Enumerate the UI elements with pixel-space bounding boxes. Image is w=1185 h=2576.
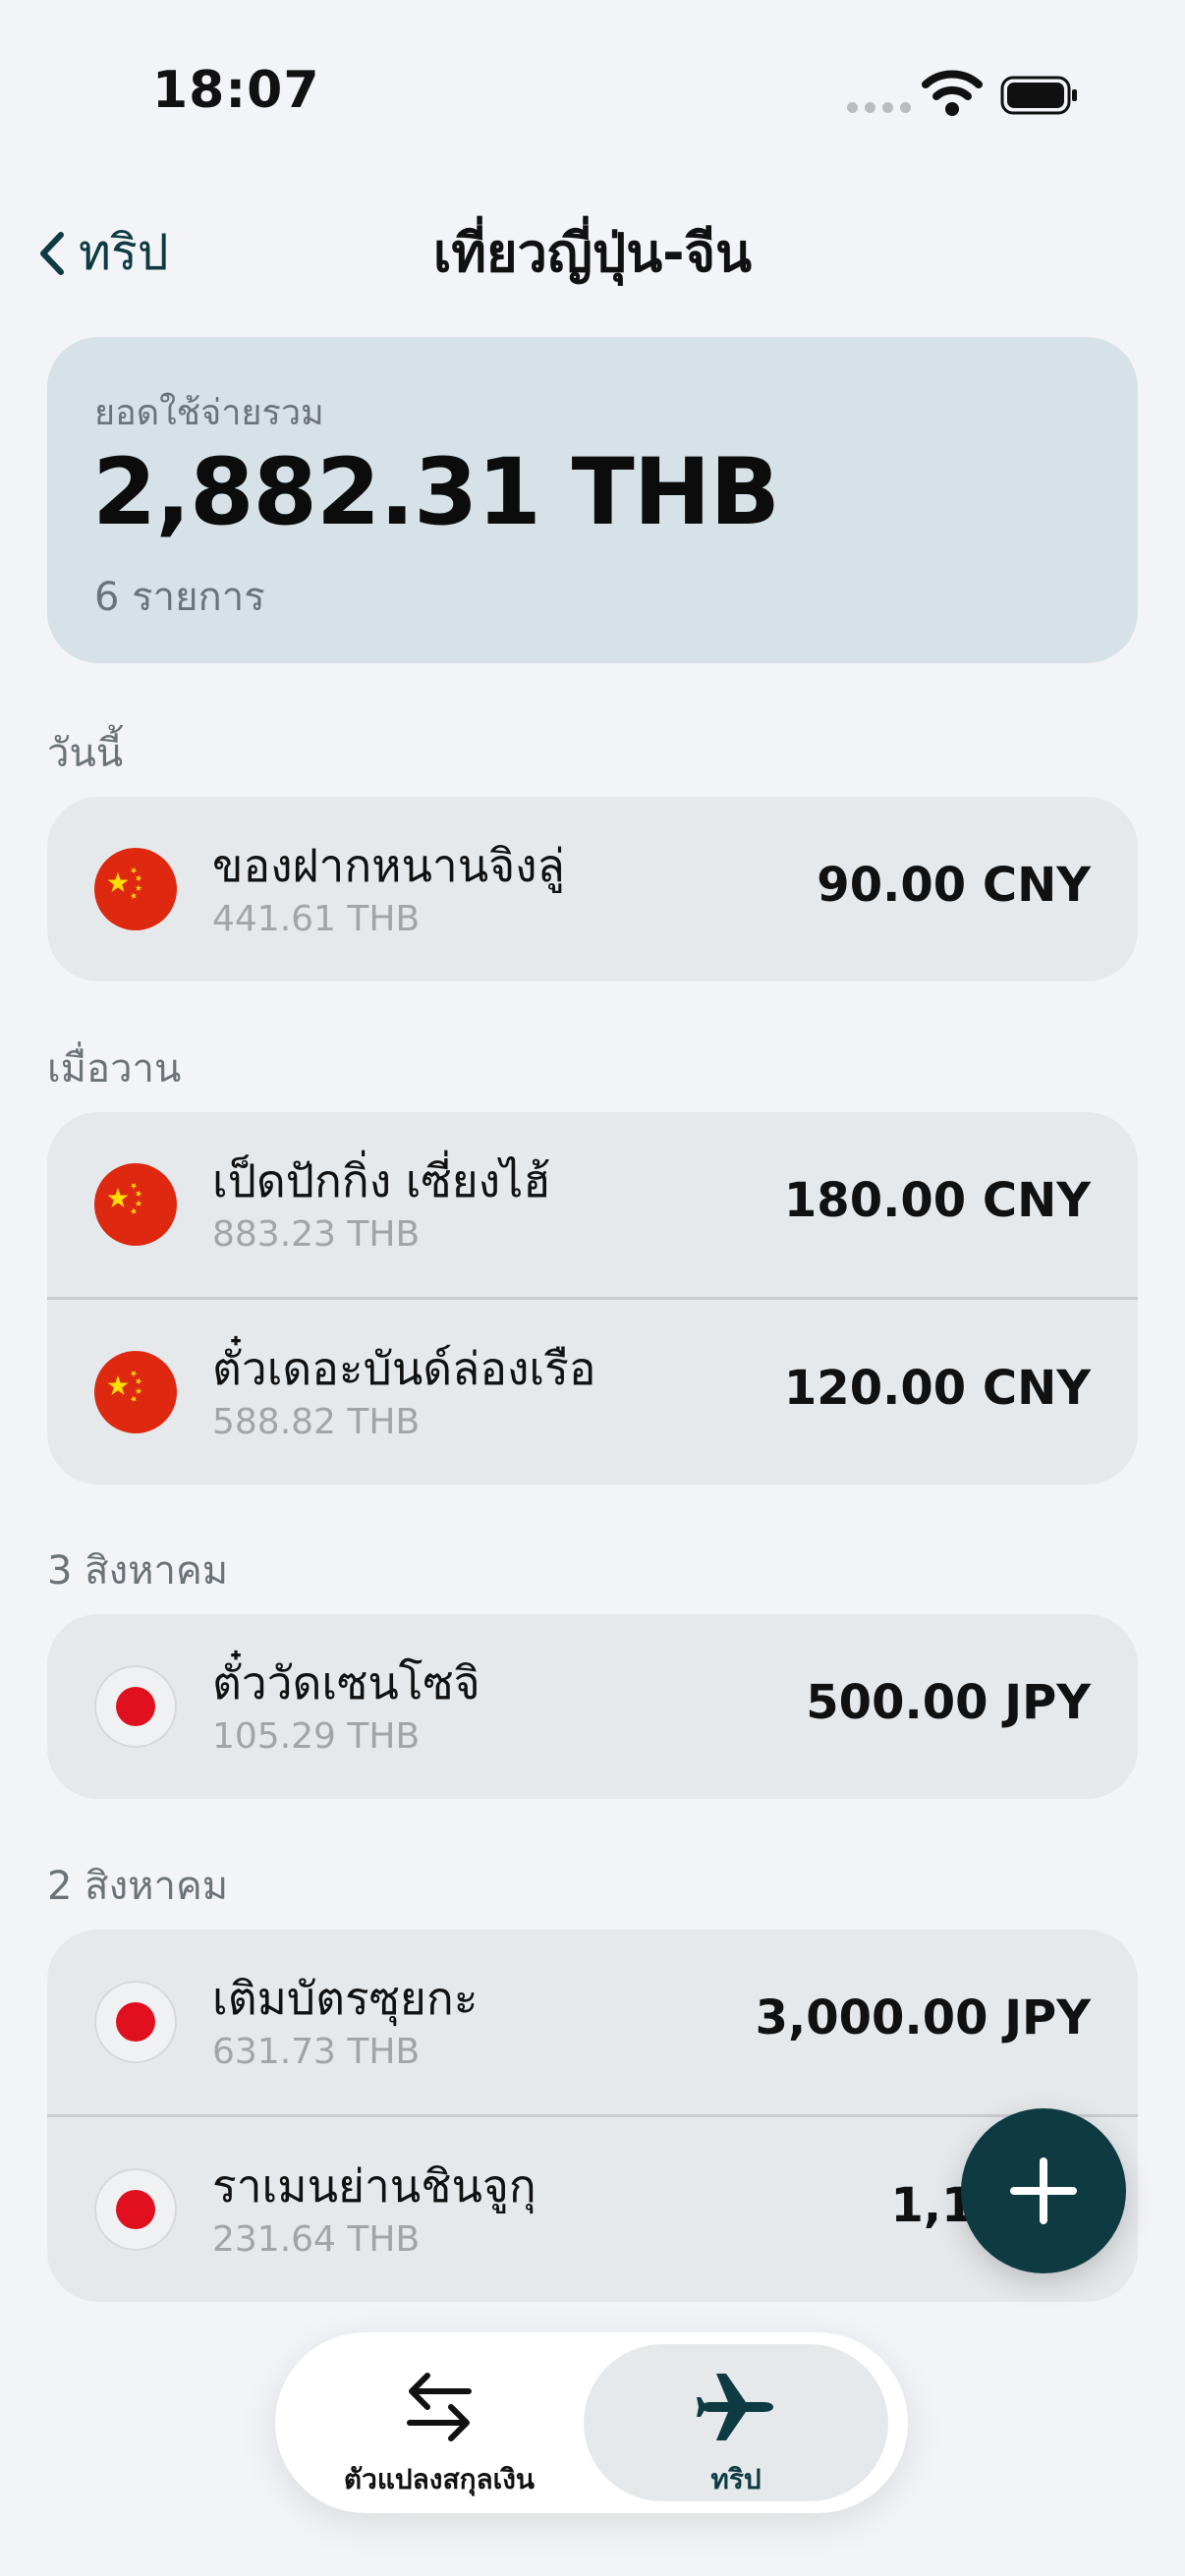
expense-converted: 588.82 THB bbox=[212, 1402, 421, 1442]
expense-row[interactable]: ตั๋ววัดเซนโซจิ 105.29 THB 500.00 JPY bbox=[47, 1614, 1138, 1799]
tab-trips[interactable]: ทริป bbox=[584, 2344, 888, 2501]
status-time: 18:07 bbox=[152, 61, 320, 120]
expense-amount: 500.00 JPY bbox=[806, 1675, 1091, 1730]
swap-arrows-icon bbox=[407, 2373, 472, 2441]
total-label: ยอดใช้จ่ายรวม bbox=[94, 393, 324, 433]
expense-converted: 883.23 THB bbox=[212, 1214, 421, 1255]
expense-row[interactable]: ของฝากหนานจิงลู่ 441.61 THB 90.00 CNY bbox=[47, 797, 1138, 981]
china-flag-icon bbox=[94, 1163, 177, 1246]
expense-converted: 105.29 THB bbox=[212, 1716, 421, 1757]
expense-amount: 120.00 CNY bbox=[783, 1361, 1091, 1416]
china-flag-icon bbox=[94, 848, 177, 930]
expense-name: เติมบัตรซุยกะ bbox=[212, 1972, 479, 2025]
item-count: 6 รายการ bbox=[94, 575, 265, 620]
section-label-today: วันนี้ bbox=[47, 731, 124, 776]
plus-icon bbox=[1010, 2157, 1077, 2224]
expense-group-aug-3: ตั๋ววัดเซนโซจิ 105.29 THB 500.00 JPY bbox=[47, 1614, 1138, 1799]
tab-label: ทริป bbox=[710, 2463, 762, 2495]
expense-group-yesterday: เป็ดปักกิ่ง เซี่ยงไฮ้ 883.23 THB 180.00 … bbox=[47, 1112, 1138, 1484]
battery-icon bbox=[1000, 76, 1077, 115]
wifi-icon bbox=[922, 70, 983, 116]
expense-amount: 90.00 CNY bbox=[817, 858, 1091, 913]
summary-card: ยอดใช้จ่ายรวม 2,882.31 THB 6 รายการ bbox=[47, 337, 1138, 663]
airplane-icon bbox=[697, 2374, 773, 2440]
bottom-tab-bar: ตัวแปลงสกุลเงิน ทริป bbox=[275, 2332, 908, 2513]
expense-name: เป็ดปักกิ่ง เซี่ยงไฮ้ bbox=[212, 1154, 551, 1207]
expense-row[interactable]: เป็ดปักกิ่ง เซี่ยงไฮ้ 883.23 THB 180.00 … bbox=[47, 1112, 1138, 1297]
japan-flag-icon bbox=[94, 1981, 177, 2063]
expense-group-today: ของฝากหนานจิงลู่ 441.61 THB 90.00 CNY bbox=[47, 797, 1138, 981]
section-label-aug-3: 3 สิงหาคม bbox=[47, 1548, 229, 1594]
section-label-aug-2: 2 สิงหาคม bbox=[47, 1864, 229, 1909]
expense-name: ราเมนย่านชินจูกุ bbox=[212, 2159, 536, 2212]
china-flag-icon bbox=[94, 1351, 177, 1433]
expense-converted: 441.61 THB bbox=[212, 899, 421, 939]
expense-name: ตั๋วเดอะบันด์ล่องเรือ bbox=[212, 1342, 596, 1395]
expense-amount: 180.00 CNY bbox=[783, 1173, 1091, 1228]
japan-flag-icon bbox=[94, 2168, 177, 2251]
expense-name: ของฝากหนานจิงลู่ bbox=[212, 839, 565, 892]
section-label-yesterday: เมื่อวาน bbox=[47, 1046, 182, 1092]
add-expense-button[interactable] bbox=[961, 2108, 1126, 2273]
tab-label: ตัวแปลงสกุลเงิน bbox=[343, 2463, 536, 2495]
expense-row[interactable]: เติมบัตรซุยกะ 631.73 THB 3,000.00 JPY bbox=[47, 1930, 1138, 2114]
expense-converted: 231.64 THB bbox=[212, 2219, 421, 2260]
expense-name: ตั๋ววัดเซนโซจิ bbox=[212, 1656, 480, 1709]
expense-row[interactable]: ตั๋วเดอะบันด์ล่องเรือ 588.82 THB 120.00 … bbox=[47, 1297, 1138, 1484]
expense-group-aug-2: เติมบัตรซุยกะ 631.73 THB 3,000.00 JPY รา… bbox=[47, 1930, 1138, 2302]
total-amount: 2,882.31 THB bbox=[92, 439, 780, 546]
cellular-signal-icon bbox=[847, 102, 911, 113]
japan-flag-icon bbox=[94, 1665, 177, 1748]
expense-converted: 631.73 THB bbox=[212, 2032, 421, 2072]
tab-currency-converter[interactable]: ตัวแปลงสกุลเงิน bbox=[287, 2344, 592, 2501]
page-title: เที่ยวญี่ปุ่น-จีน bbox=[432, 222, 753, 284]
expense-amount: 3,000.00 JPY bbox=[755, 1990, 1091, 2045]
